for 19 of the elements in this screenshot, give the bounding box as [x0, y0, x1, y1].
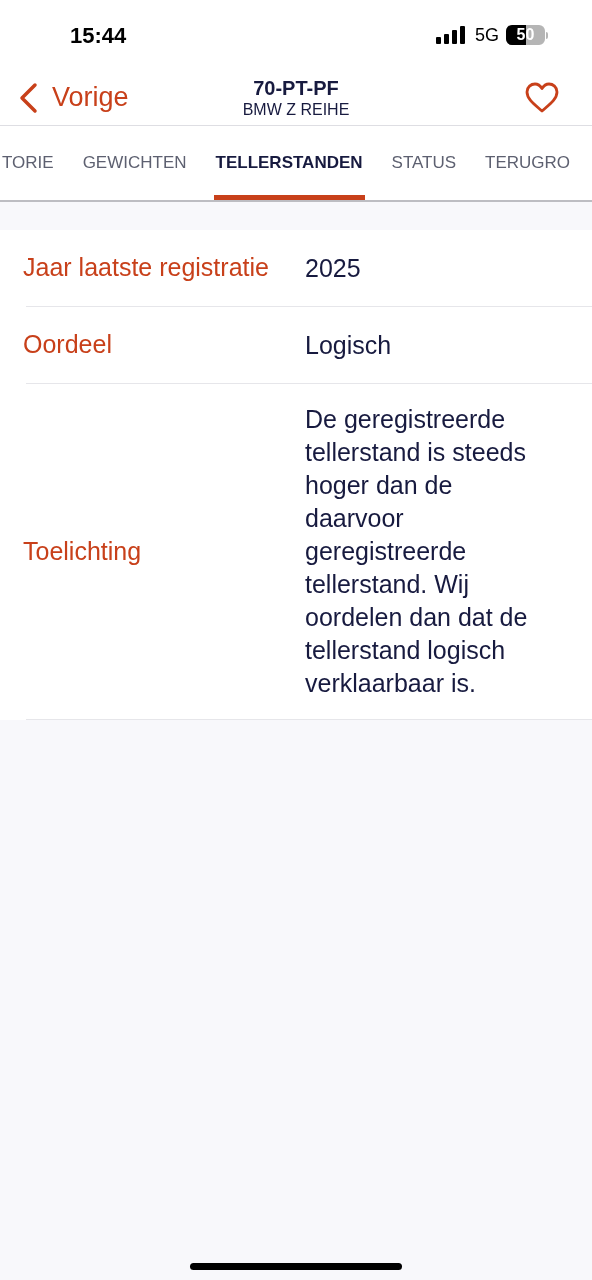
signal-icon [436, 26, 468, 44]
tab[interactable]: TORIE [0, 126, 56, 200]
tab[interactable]: GEWICHTEN [80, 126, 189, 200]
field-value: De geregistreerde tellerstand is steeds hoger dan de daarvoor geregistreerde tellerstand. Wij oordelen dan dat de tellerstand logisch verklaarbaar is. [305, 404, 529, 699]
field-label: Oordeel [23, 329, 113, 361]
field-label: Toelichting [23, 535, 143, 567]
chevron-left-icon [18, 81, 38, 114]
vehicle-subtitle: BMW Z REIHE [242, 99, 350, 120]
tab[interactable]: TERUGRO [483, 126, 573, 200]
field-label: Jaar laatste registratie [23, 252, 270, 284]
tab[interactable]: STATUS [389, 126, 459, 200]
plate-title: 70-PT-PF [253, 75, 339, 100]
status-time: 15:44 [70, 21, 127, 50]
field-value: 2025 [305, 252, 362, 284]
field-value: Logisch [305, 329, 393, 361]
favorite-button[interactable] [524, 81, 560, 114]
network-label: 5G [475, 23, 499, 47]
back-button[interactable]: Vorige [0, 77, 129, 118]
tab[interactable]: TELLERSTANDEN [213, 126, 365, 200]
